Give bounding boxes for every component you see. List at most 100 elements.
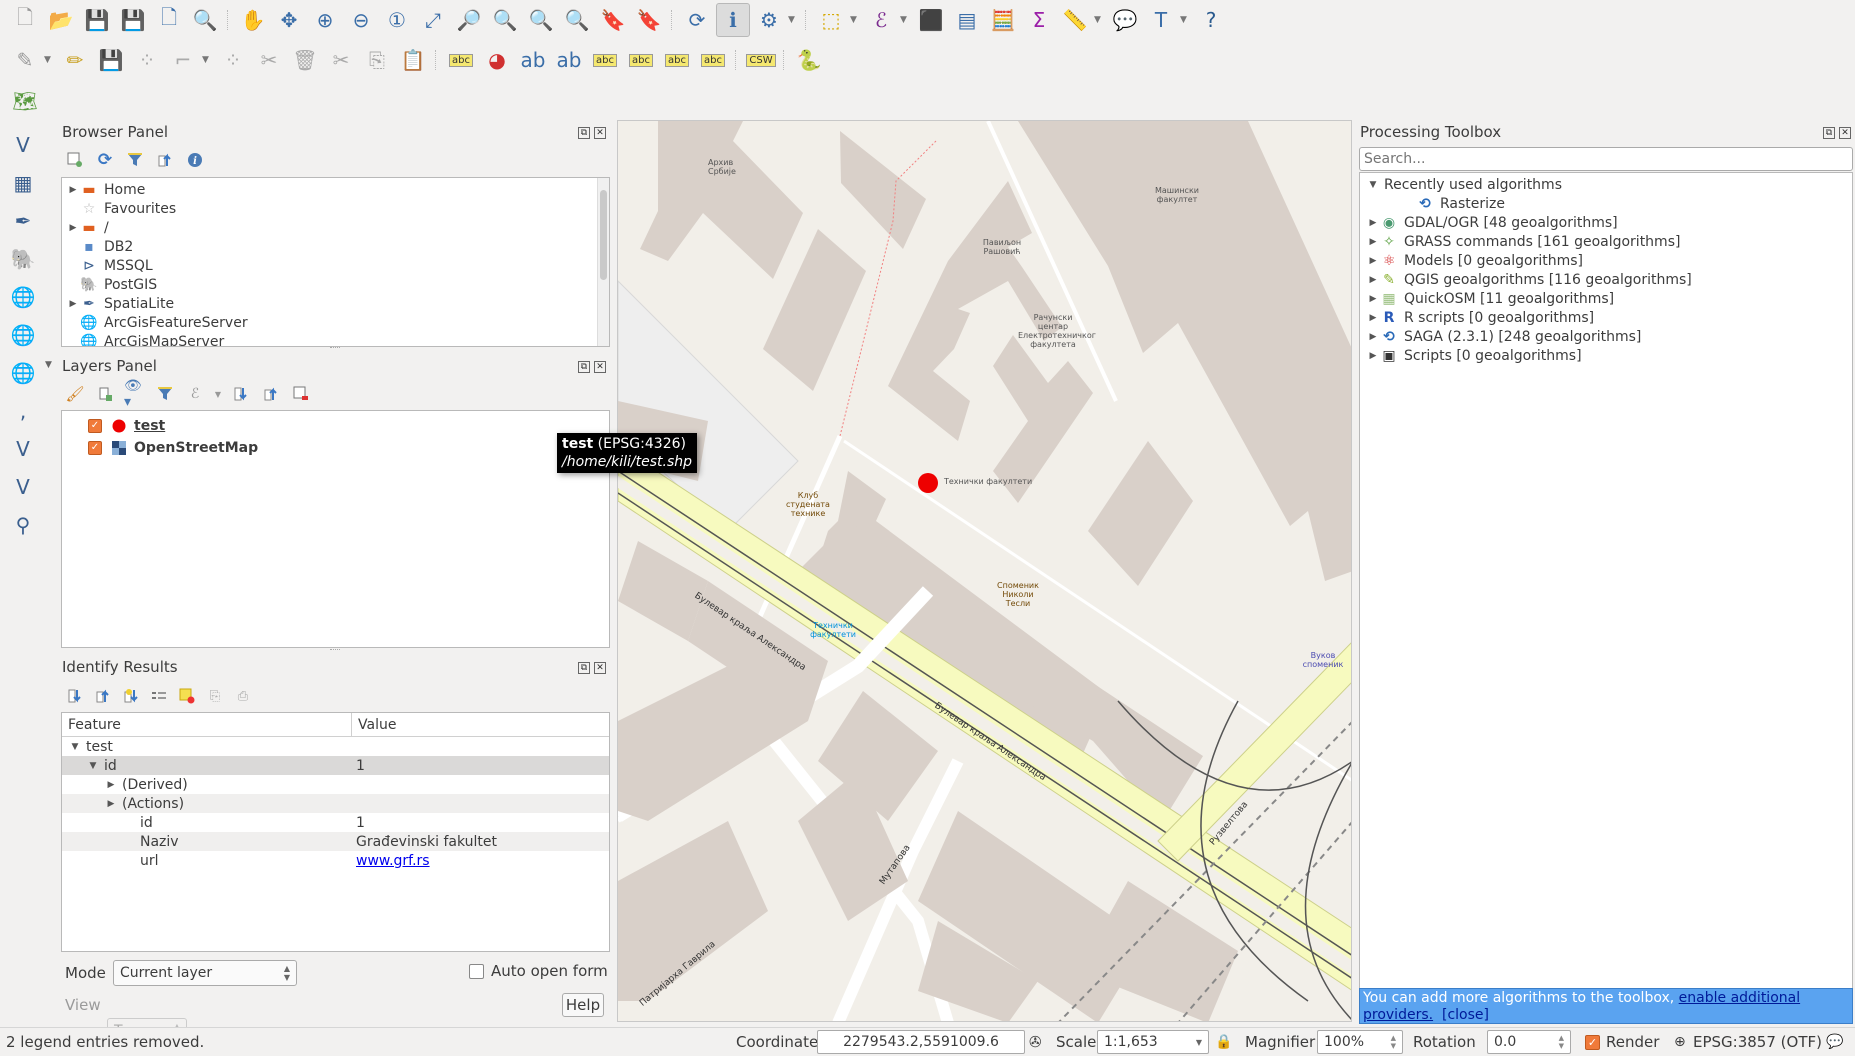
scale-combo[interactable]: 1:1,653 ▼ — [1097, 1030, 1209, 1054]
select-features-icon[interactable]: ⬚ — [814, 3, 848, 37]
browser-scrollbar[interactable] — [597, 178, 609, 346]
layer-visibility-checkbox[interactable]: ✓ — [88, 441, 102, 455]
filter-legend-icon[interactable] — [154, 383, 176, 405]
mode-select[interactable]: Current layer ▲ ▼ — [113, 960, 297, 986]
collapse-all-icon[interactable] — [154, 149, 176, 171]
add-spatialite-layer-icon[interactable]: ✒ — [6, 204, 40, 238]
layer-name[interactable]: OpenStreetMap — [134, 440, 258, 456]
add-group-icon[interactable] — [94, 383, 116, 405]
toolbox-item[interactable]: ▶ ▣ Scripts [0 geoalgorithms] — [1366, 346, 1852, 365]
toolbox-item[interactable]: ▶ ⚛ Models [0 geoalgorithms] — [1366, 251, 1852, 270]
zoom-next-icon[interactable]: 🔍 — [560, 3, 594, 37]
zoom-in-icon[interactable]: ⊕ — [308, 3, 342, 37]
expand-arrow-icon[interactable]: ▶ — [1366, 256, 1380, 266]
move-label-icon[interactable]: abc — [624, 43, 658, 77]
map-tips-icon[interactable]: 💬 — [1108, 3, 1142, 37]
map-canvas[interactable]: Технички факултети Архив Србије Машински… — [617, 120, 1352, 1022]
toolbox-search-input[interactable] — [1359, 147, 1853, 171]
move-feature-icon[interactable]: ⁘ — [216, 43, 250, 77]
layer-item[interactable]: ✓ OpenStreetMap — [88, 437, 609, 459]
expand-tree-icon[interactable] — [64, 685, 86, 707]
auto-open-form-checkbox[interactable] — [469, 964, 484, 979]
layer-item[interactable]: ✓ test — [88, 415, 609, 437]
composer-manager-icon[interactable]: 🔍 — [188, 3, 222, 37]
copy-feature-icon[interactable]: ⎘ — [204, 685, 226, 707]
close-panel-icon[interactable]: ✕ — [594, 127, 606, 139]
add-wfs-layer-icon[interactable]: 🌐 — [6, 356, 40, 390]
new-bookmark-icon[interactable]: 🔖 — [596, 3, 630, 37]
toolbox-item[interactable]: ▶ ◉ GDAL/OGR [48 geoalgorithms] — [1366, 213, 1852, 232]
toolbox-item[interactable]: ▶ R R scripts [0 geoalgorithms] — [1366, 308, 1852, 327]
open-attribute-table-icon[interactable]: ▤ — [950, 3, 984, 37]
browser-tree[interactable]: ▶ ▬ Home ☆ Favourites ▶ ▬ / ▪ DB2 ⊳ MSSQL 🐘 PostGIS ▶ ✒… — [61, 177, 610, 347]
add-selected-layers-icon[interactable] — [64, 149, 86, 171]
expand-arrow-icon[interactable]: ▼ — [1366, 180, 1380, 190]
deselect-all-icon[interactable]: ⬛ — [914, 3, 948, 37]
dropdown-arrow-icon[interactable]: ▼ — [44, 55, 54, 65]
filter-by-expression-icon[interactable]: ℰ — [184, 383, 206, 405]
help-icon[interactable]: ? — [1194, 3, 1228, 37]
toolbox-item[interactable]: ▶ ✎ QGIS geoalgorithms [116 geoalgorithms] — [1366, 270, 1852, 289]
result-row[interactable]: ▼ test — [62, 737, 609, 756]
splitter-handle[interactable] — [330, 649, 340, 653]
remove-layer-icon[interactable] — [290, 383, 312, 405]
expand-arrow-icon[interactable]: ▶ — [1366, 313, 1380, 323]
open-form-icon[interactable] — [148, 685, 170, 707]
expand-arrow-icon[interactable]: ▶ — [104, 780, 118, 790]
select-by-expression-icon[interactable]: ℰ — [864, 3, 898, 37]
expand-arrow-icon[interactable]: ▶ — [1366, 237, 1380, 247]
result-row[interactable]: ▶ (Actions) — [62, 794, 609, 813]
zoom-to-layer-icon[interactable]: 🔍 — [488, 3, 522, 37]
dropdown-arrow-icon[interactable]: ▼ — [788, 15, 798, 25]
toolbox-item[interactable]: ▶ ▦ QuickOSM [11 geoalgorithms] — [1366, 289, 1852, 308]
copy-features-icon[interactable]: ⎘ — [360, 43, 394, 77]
new-project-icon[interactable]: 🗋 — [8, 3, 42, 37]
cut-features-icon[interactable]: ✂ — [324, 43, 358, 77]
clear-highlights-icon[interactable] — [176, 685, 198, 707]
quickosm-icon[interactable]: 🗺 — [8, 84, 42, 118]
splitter-handle[interactable] — [330, 347, 340, 351]
layer-labeling-icon[interactable]: abc — [444, 43, 478, 77]
run-feature-action-icon[interactable]: ⚙ — [752, 3, 786, 37]
result-row[interactable]: ▶ (Derived) — [62, 775, 609, 794]
zoom-to-selection-icon[interactable]: 🔎 — [452, 3, 486, 37]
expand-arrow-icon[interactable]: ▶ — [1366, 275, 1380, 285]
save-project-icon[interactable]: 💾 — [80, 3, 114, 37]
rotate-label-icon[interactable]: abc — [660, 43, 694, 77]
browser-item[interactable]: ▶ ▬ / — [66, 218, 609, 237]
coordinate-field[interactable]: 2279543.2,5591009.6 — [817, 1030, 1025, 1054]
show-hide-labels-icon[interactable]: abc — [588, 43, 622, 77]
python-console-icon[interactable]: 🐍 — [792, 43, 826, 77]
dropdown-arrow-icon[interactable]: ▼ — [1094, 15, 1104, 25]
expand-arrow-icon[interactable]: ▶ — [66, 299, 80, 309]
add-wcs-layer-icon[interactable]: 🌐 — [6, 318, 40, 352]
field-calculator-icon[interactable]: 🧮 — [986, 3, 1020, 37]
dropdown-arrow-icon[interactable]: ▼ — [900, 15, 910, 25]
browser-item[interactable]: ▶ ✒ SpatiaLite — [66, 294, 609, 313]
layer-diagram-icon[interactable]: ◕ — [480, 43, 514, 77]
toggle-extents-icon[interactable]: ✇ — [1029, 1033, 1042, 1051]
url-link[interactable]: www.grf.rs — [356, 853, 430, 869]
print-icon[interactable]: ⎙ — [232, 685, 254, 707]
browser-item[interactable]: 🌐 ArcGisMapServer — [66, 332, 609, 347]
save-layer-edits-icon[interactable]: 💾 — [94, 43, 128, 77]
current-edits-icon[interactable]: ✎ — [8, 43, 42, 77]
collapse-tree-icon[interactable] — [92, 685, 114, 707]
crs-status[interactable]: EPSG:3857 (OTF) — [1693, 1033, 1822, 1051]
toolbox-item[interactable]: ▶ ⟲ SAGA (2.3.1) [248 geoalgorithms] — [1366, 327, 1852, 346]
paste-features-icon[interactable]: 📋 — [396, 43, 430, 77]
show-bookmarks-icon[interactable]: 🔖 — [632, 3, 666, 37]
browser-item[interactable]: 🐘 PostGIS — [66, 275, 609, 294]
browser-item[interactable]: ⊳ MSSQL — [66, 256, 609, 275]
refresh-icon[interactable]: ⟳ — [94, 149, 116, 171]
rotation-spinbox[interactable]: 0.0 ▲ ▼ — [1487, 1030, 1571, 1054]
browser-item[interactable]: ▶ ▬ Home — [66, 180, 609, 199]
vertex-tool-icon[interactable]: ⌐ — [166, 43, 200, 77]
add-gps-icon[interactable]: ⚲ — [6, 508, 40, 542]
refresh-icon[interactable]: ⟳ — [680, 3, 714, 37]
change-label-icon[interactable]: abc — [696, 43, 730, 77]
text-annotation-icon[interactable]: T — [1144, 3, 1178, 37]
float-panel-icon[interactable]: ⧉ — [578, 361, 590, 373]
add-delimited-text-layer-icon[interactable]: , — [6, 394, 40, 428]
expand-arrow-icon[interactable]: ▶ — [1366, 351, 1380, 361]
